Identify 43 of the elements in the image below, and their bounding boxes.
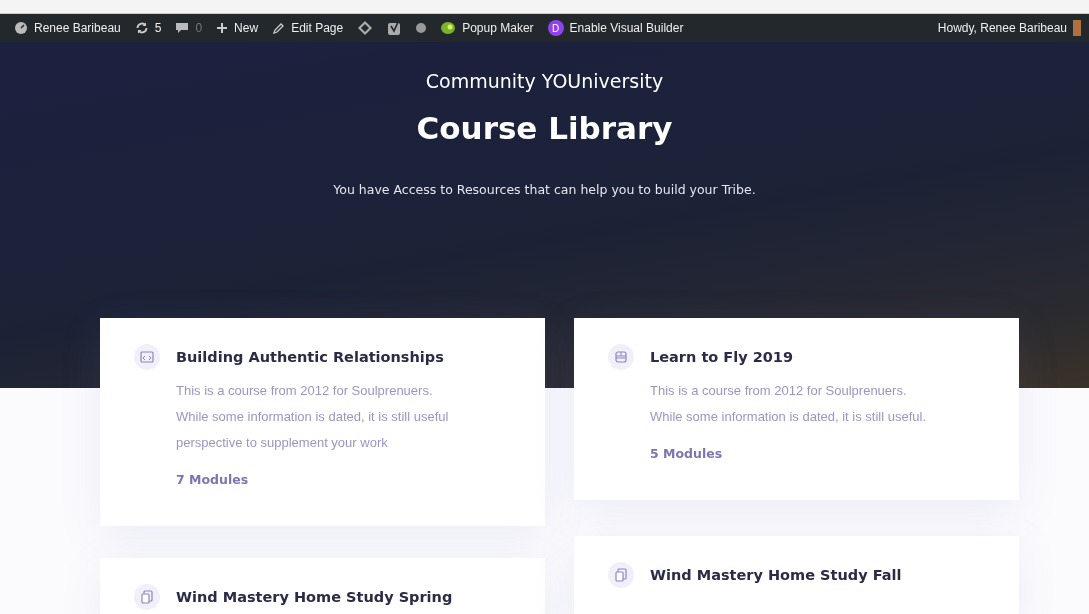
course-card[interactable]: Building Authentic Relationships This is a course from 2012 for Soulprenuers. While some information is dated, it is still useful perspective to supplement your work 7 Modules [100, 318, 545, 526]
menu-label: Popup Maker [462, 21, 534, 35]
course-icon [608, 562, 634, 588]
refresh-icon [134, 21, 149, 35]
menu-label: 0 [195, 21, 203, 35]
course-description: This is a course from 2012 for Soulprenuers. While some information is dated, it is still useful. [650, 382, 927, 426]
menu-label: Enable Visual Builder [569, 21, 684, 35]
course-icon [608, 344, 634, 370]
popup-menu-item[interactable]: Popup Maker [440, 21, 534, 35]
page-title: Course Library [415, 110, 674, 146]
course-title[interactable]: Building Authentic Relationships [176, 344, 505, 370]
dashboard-icon [14, 21, 28, 35]
account-menu[interactable]: Howdy, Renee Baribeau [937, 21, 1067, 35]
pencil-icon [272, 21, 286, 35]
course-icon [134, 584, 160, 610]
course-card[interactable]: Wind Mastery Home Study Fall [574, 536, 1019, 614]
menu-label: Edit Page [291, 21, 344, 35]
module-count: 5 Modules [650, 446, 724, 461]
course-card[interactable]: Learn to Fly 2019 This is a course from 2012 for Soulprenuers. While some information is dated, it is still useful. 5 Modules [574, 318, 1019, 500]
plus-icon [216, 22, 229, 34]
menu-label: 5 [154, 21, 162, 35]
avatar-icon [1073, 20, 1081, 36]
module-count: 7 Modules [176, 472, 250, 487]
hero-subtitle: You have Access to Resources that can help you to build your Tribe. [332, 182, 757, 197]
course-title[interactable]: Wind Mastery Home Study Spring [176, 584, 505, 610]
site-menu-item[interactable]: Renee Baribeau [14, 21, 121, 35]
comment-icon [175, 21, 190, 35]
diamond-icon[interactable] [357, 20, 374, 36]
edit-menu-item[interactable]: Edit Page [272, 21, 344, 35]
divi-logo-icon: D [547, 20, 564, 36]
updates-menu-item[interactable]: 5 [134, 21, 162, 35]
course-card[interactable]: Wind Mastery Home Study Spring [100, 558, 545, 614]
menu-label: Renee Baribeau [34, 21, 121, 35]
course-icon [134, 344, 160, 370]
new-menu-item[interactable]: New [216, 21, 259, 35]
hero-eyebrow: Community YOUniversity [424, 70, 665, 92]
status-dot-icon [416, 23, 427, 33]
divi-menu-item[interactable]: D Enable Visual Builder [547, 20, 684, 36]
popup-icon [440, 21, 457, 35]
menu-label: New [234, 21, 259, 35]
course-title[interactable]: Learn to Fly 2019 [650, 344, 979, 370]
course-title[interactable]: Wind Mastery Home Study Fall [650, 562, 979, 588]
course-description: This is a course from 2012 for Soulprenuers. While some information is dated, it is still useful perspective to supplement your work [176, 382, 450, 452]
